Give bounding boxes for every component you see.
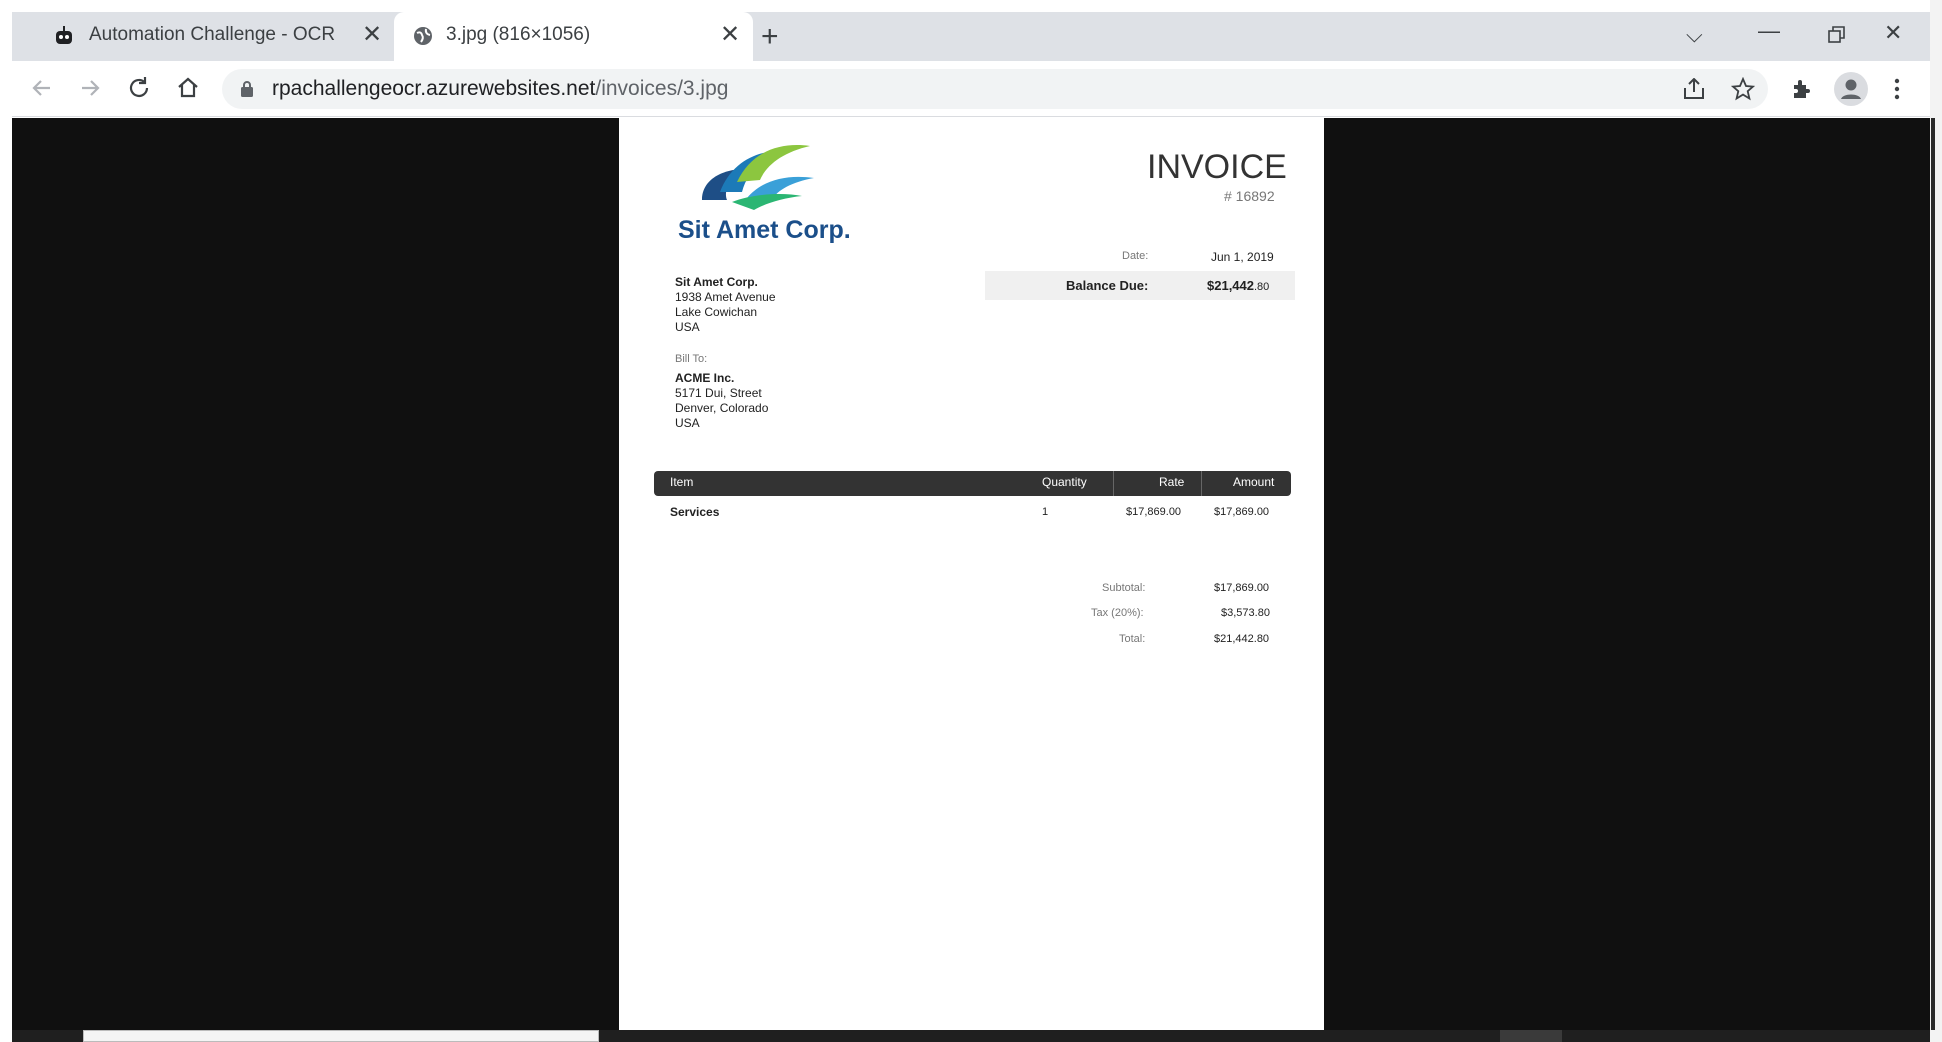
bill-to-address-line2: Denver, Colorado: [675, 401, 769, 415]
tab-automation-challenge[interactable]: Automation Challenge - OCR ✕: [24, 12, 393, 61]
tab-title: Automation Challenge - OCR: [89, 24, 336, 45]
menu-kebab-icon[interactable]: [1892, 77, 1902, 101]
header-rate: Rate: [1159, 475, 1185, 489]
close-tab-icon[interactable]: ✕: [720, 23, 740, 47]
forward-arrow-icon[interactable]: [77, 75, 103, 101]
robot-icon: [56, 26, 72, 44]
subtotal-label: Subtotal:: [1102, 582, 1146, 594]
tab-title: 3.jpg (816×1056): [446, 24, 591, 45]
share-icon[interactable]: [1682, 78, 1706, 100]
subtotal-value: $17,869.00: [1214, 582, 1270, 594]
lock-icon[interactable]: [240, 80, 254, 98]
bill-to-address-line3: USA: [675, 416, 700, 430]
bill-to-name: ACME Inc.: [675, 371, 735, 385]
tax-value: $3,573.80: [1221, 607, 1270, 619]
invoice-title: INVOICE: [1147, 148, 1287, 186]
bill-to-address-line1: 5171 Dui, Street: [675, 386, 762, 400]
tab-search-chevron-icon[interactable]: ⌵: [1686, 22, 1703, 48]
total-label: Total:: [1119, 633, 1146, 645]
close-tab-icon[interactable]: ✕: [362, 23, 382, 47]
bill-to-label: Bill To:: [675, 353, 708, 365]
restore-icon[interactable]: [1828, 26, 1846, 44]
header-amount: Amount: [1233, 475, 1275, 489]
row-rate: $17,869.00: [1126, 506, 1182, 518]
company-logo-text: Sit Amet Corp.: [678, 216, 851, 244]
from-address-line2: Lake Cowichan: [675, 305, 758, 319]
total-value: $21,442.80: [1214, 633, 1270, 645]
tax-label: Tax (20%):: [1091, 607, 1144, 619]
close-window-icon[interactable]: ✕: [1884, 20, 1902, 46]
items-table-header: Item Quantity Rate Amount: [654, 471, 1291, 496]
globe-icon: [414, 27, 432, 45]
from-address-line1: 1938 Amet Avenue: [675, 290, 776, 304]
from-address-line3: USA: [675, 320, 700, 334]
url-path: /invoices/3.jpg: [595, 77, 729, 100]
header-divider: [1113, 471, 1114, 496]
taskbar-search-box[interactable]: [83, 1030, 599, 1042]
balance-due-value: $21,442.80: [1207, 278, 1269, 293]
row-amount: $17,869.00: [1214, 506, 1270, 518]
row-quantity: 1: [1042, 506, 1049, 518]
balance-due-label: Balance Due:: [1066, 278, 1149, 293]
balance-due-main: $21,442: [1207, 278, 1254, 293]
company-logo-icon: [702, 145, 814, 210]
extensions-puzzle-icon[interactable]: [1790, 77, 1814, 101]
balance-due-cents: .80: [1254, 281, 1270, 293]
taskbar-item[interactable]: [1500, 1030, 1562, 1042]
back-arrow-icon[interactable]: [29, 75, 55, 101]
invoice-number: # 16892: [1224, 188, 1275, 204]
from-name: Sit Amet Corp.: [675, 275, 758, 289]
window-edge-shadow: [1931, 118, 1935, 1030]
plus-icon[interactable]: +: [761, 20, 779, 54]
url-text[interactable]: rpachallengeocr.azurewebsites.net/invoic…: [272, 77, 728, 101]
profile-avatar-icon[interactable]: [1834, 72, 1868, 106]
tab-strip: Automation Challenge - OCR ✕ 3.jpg (816×…: [12, 12, 1931, 61]
header-item: Item: [670, 475, 694, 489]
date-label: Date:: [1122, 250, 1149, 262]
reload-icon[interactable]: [126, 75, 152, 101]
home-icon[interactable]: [175, 75, 201, 101]
header-quantity: Quantity: [1042, 475, 1087, 489]
url-domain: rpachallengeocr.azurewebsites.net: [272, 77, 596, 100]
row-item: Services: [670, 505, 720, 519]
star-icon[interactable]: [1731, 77, 1755, 101]
minimize-icon[interactable]: —: [1758, 18, 1780, 44]
date-value: Jun 1, 2019: [1211, 250, 1274, 264]
tab-3-jpg[interactable]: 3.jpg (816×1056) ✕: [394, 12, 753, 61]
header-divider: [1201, 471, 1202, 496]
